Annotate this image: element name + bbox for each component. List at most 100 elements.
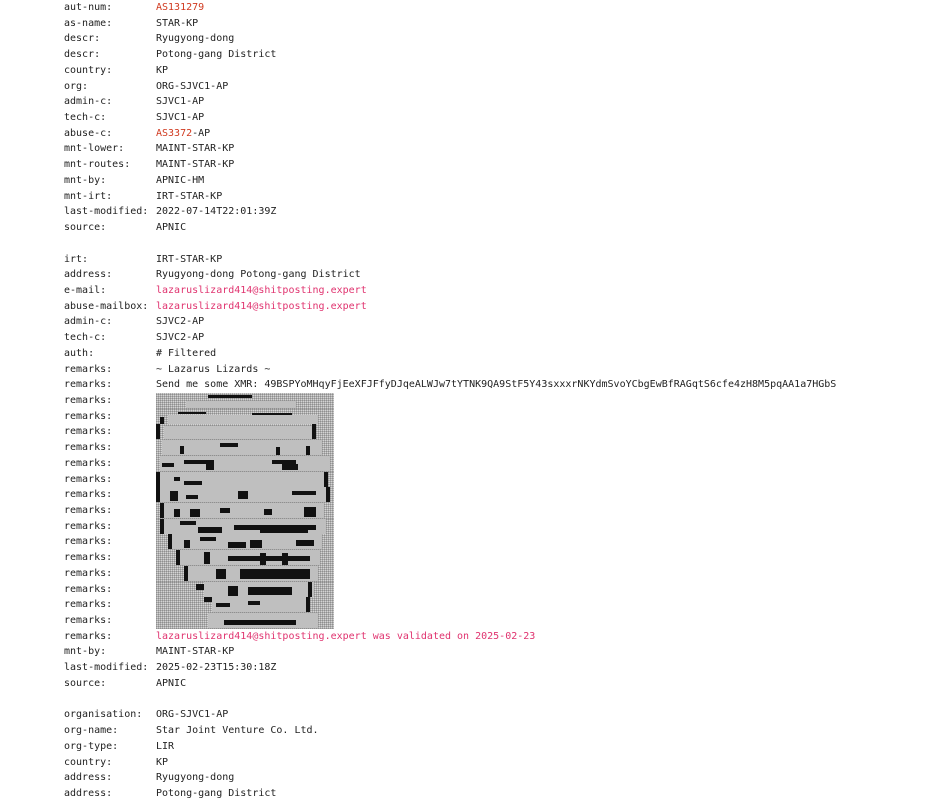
asn-link[interactable]: AS131279 [156,0,204,16]
ascii-art-dark-block [190,509,200,517]
field-value: Ryugyong-dong Potong-gang District [156,269,361,281]
art-row: remarks: [64,597,945,614]
ascii-art-dark-block [170,491,178,502]
field-row: country: KP [64,63,945,79]
ascii-art-light-block [164,426,312,440]
field-key: remarks: [64,442,113,454]
ascii-art-dark-block [186,495,198,500]
field-value: Potong-gang District [156,49,277,61]
field-key: mnt-routes: [64,159,131,171]
abuse-suffix: -AP [192,127,211,139]
ascii-art-dark-block [178,411,206,414]
field-row: organisation: ORG-SJVC1-AP [64,707,945,723]
field-key: source: [64,677,107,689]
field-row: mnt-by: MAINT-STAR-KP [64,644,945,660]
field-key: descr: [64,49,101,61]
ascii-art-dark-block [308,581,312,597]
field-key: source: [64,222,107,234]
ascii-art-dark-block [282,553,288,566]
field-value: Star Joint Venture Co. Ltd. [156,725,319,737]
art-row: remarks: [64,392,945,409]
ascii-art-dark-block [174,509,180,517]
field-row: remarks: ~ Lazarus Lizards ~ [64,362,945,378]
ascii-art-dark-block [176,550,180,566]
validated-email-link[interactable]: lazaruslizard414@shitposting.expert [156,631,367,642]
field-key: remarks: [64,552,113,564]
ascii-art-dark-block [208,394,252,398]
ascii-art-light-block [164,503,324,518]
ascii-art-dark-block [168,534,172,550]
ascii-art-dark-block [156,424,160,440]
art-row: remarks: [64,487,945,503]
ascii-art-dark-block [238,491,248,500]
field-row: abuse-c: AS3372-AP [64,126,945,142]
ascii-art-dark-block [228,542,246,549]
field-key: remarks: [64,410,113,422]
field-value: # Filtered [156,347,217,359]
field-key: admin-c: [64,316,113,328]
ascii-art-dark-block [296,540,314,547]
ascii-art-dark-block [264,509,272,515]
field-row: remarks: Send me some XMR: 49BSPYoMHqyFjE… [64,377,945,393]
art-row: remarks: [64,550,945,566]
field-value: MAINT-STAR-KP [156,646,235,658]
abuse-mailbox-link[interactable]: lazaruslizard414@shitposting.expert [156,299,367,315]
ascii-art-line [156,518,334,535]
ascii-art-line [156,440,334,456]
ascii-art-dark-block [184,540,190,549]
ascii-art-dark-block [282,463,298,470]
ascii-art-light-block [168,414,318,424]
field-key: tech-c: [64,112,107,124]
field-key: remarks: [64,567,113,579]
field-key: as-name: [64,17,113,29]
ascii-art-dark-block [162,462,174,467]
ascii-art-dark-block [204,597,212,603]
ascii-art-dark-block [240,568,310,579]
autnum-section: aut-num: AS131279 as-name: STAR-KP descr: R… [64,0,945,236]
ascii-art-dark-block [160,518,164,534]
field-value: KP [156,756,169,768]
field-value: LIR [156,740,175,752]
field-row: org-type: LIR [64,739,945,755]
field-value: APNIC [156,222,187,234]
ascii-art-dark-block [306,446,310,456]
ascii-art-line [156,565,334,582]
ascii-art-remarks: remarks: remarks: remarks: remarks: rema… [64,392,945,629]
field-row: abuse-mailbox: lazaruslizard414@shitposti… [64,299,945,315]
ascii-art-dark-block [160,416,164,424]
ascii-art-dark-block [220,508,230,513]
field-key: address: [64,772,113,784]
field-value: ORG-SJVC1-AP [156,709,229,721]
ascii-art-line [156,550,334,566]
field-key: aut-num: [64,2,113,13]
field-key: mnt-by: [64,646,107,658]
art-row: remarks: [64,440,945,456]
ascii-art-line [156,424,334,441]
field-value: SJVC2-AP [156,316,205,328]
field-value: APNIC [156,677,187,689]
ascii-art-line [156,597,334,614]
art-row: remarks: [64,581,945,598]
ascii-art-line [156,534,334,551]
field-row: tech-c: SJVC2-AP [64,330,945,346]
field-key: admin-c: [64,96,113,108]
ascii-art-dark-block [326,487,330,503]
ascii-art-dark-block [228,556,310,562]
email-link[interactable]: lazaruslizard414@shitposting.expert [156,283,367,299]
field-row: mnt-irt: IRT-STAR-KP [64,189,945,205]
field-key: remarks: [64,615,113,627]
art-row: remarks: [64,534,945,551]
abuse-asn-link[interactable]: AS3372 [156,128,192,139]
field-row: auth: # Filtered [64,346,945,362]
field-key: remarks: [64,426,113,438]
art-row: remarks: [64,424,945,441]
field-key: org-type: [64,740,119,752]
field-key: remarks: [64,520,113,532]
art-row: remarks: [64,455,945,472]
field-value: Ryugyong-dong [156,33,235,45]
ascii-art-dark-block [276,447,280,456]
field-key: remarks: [64,505,113,516]
field-key: remarks: [64,630,113,642]
ascii-art-dark-block [204,552,210,565]
